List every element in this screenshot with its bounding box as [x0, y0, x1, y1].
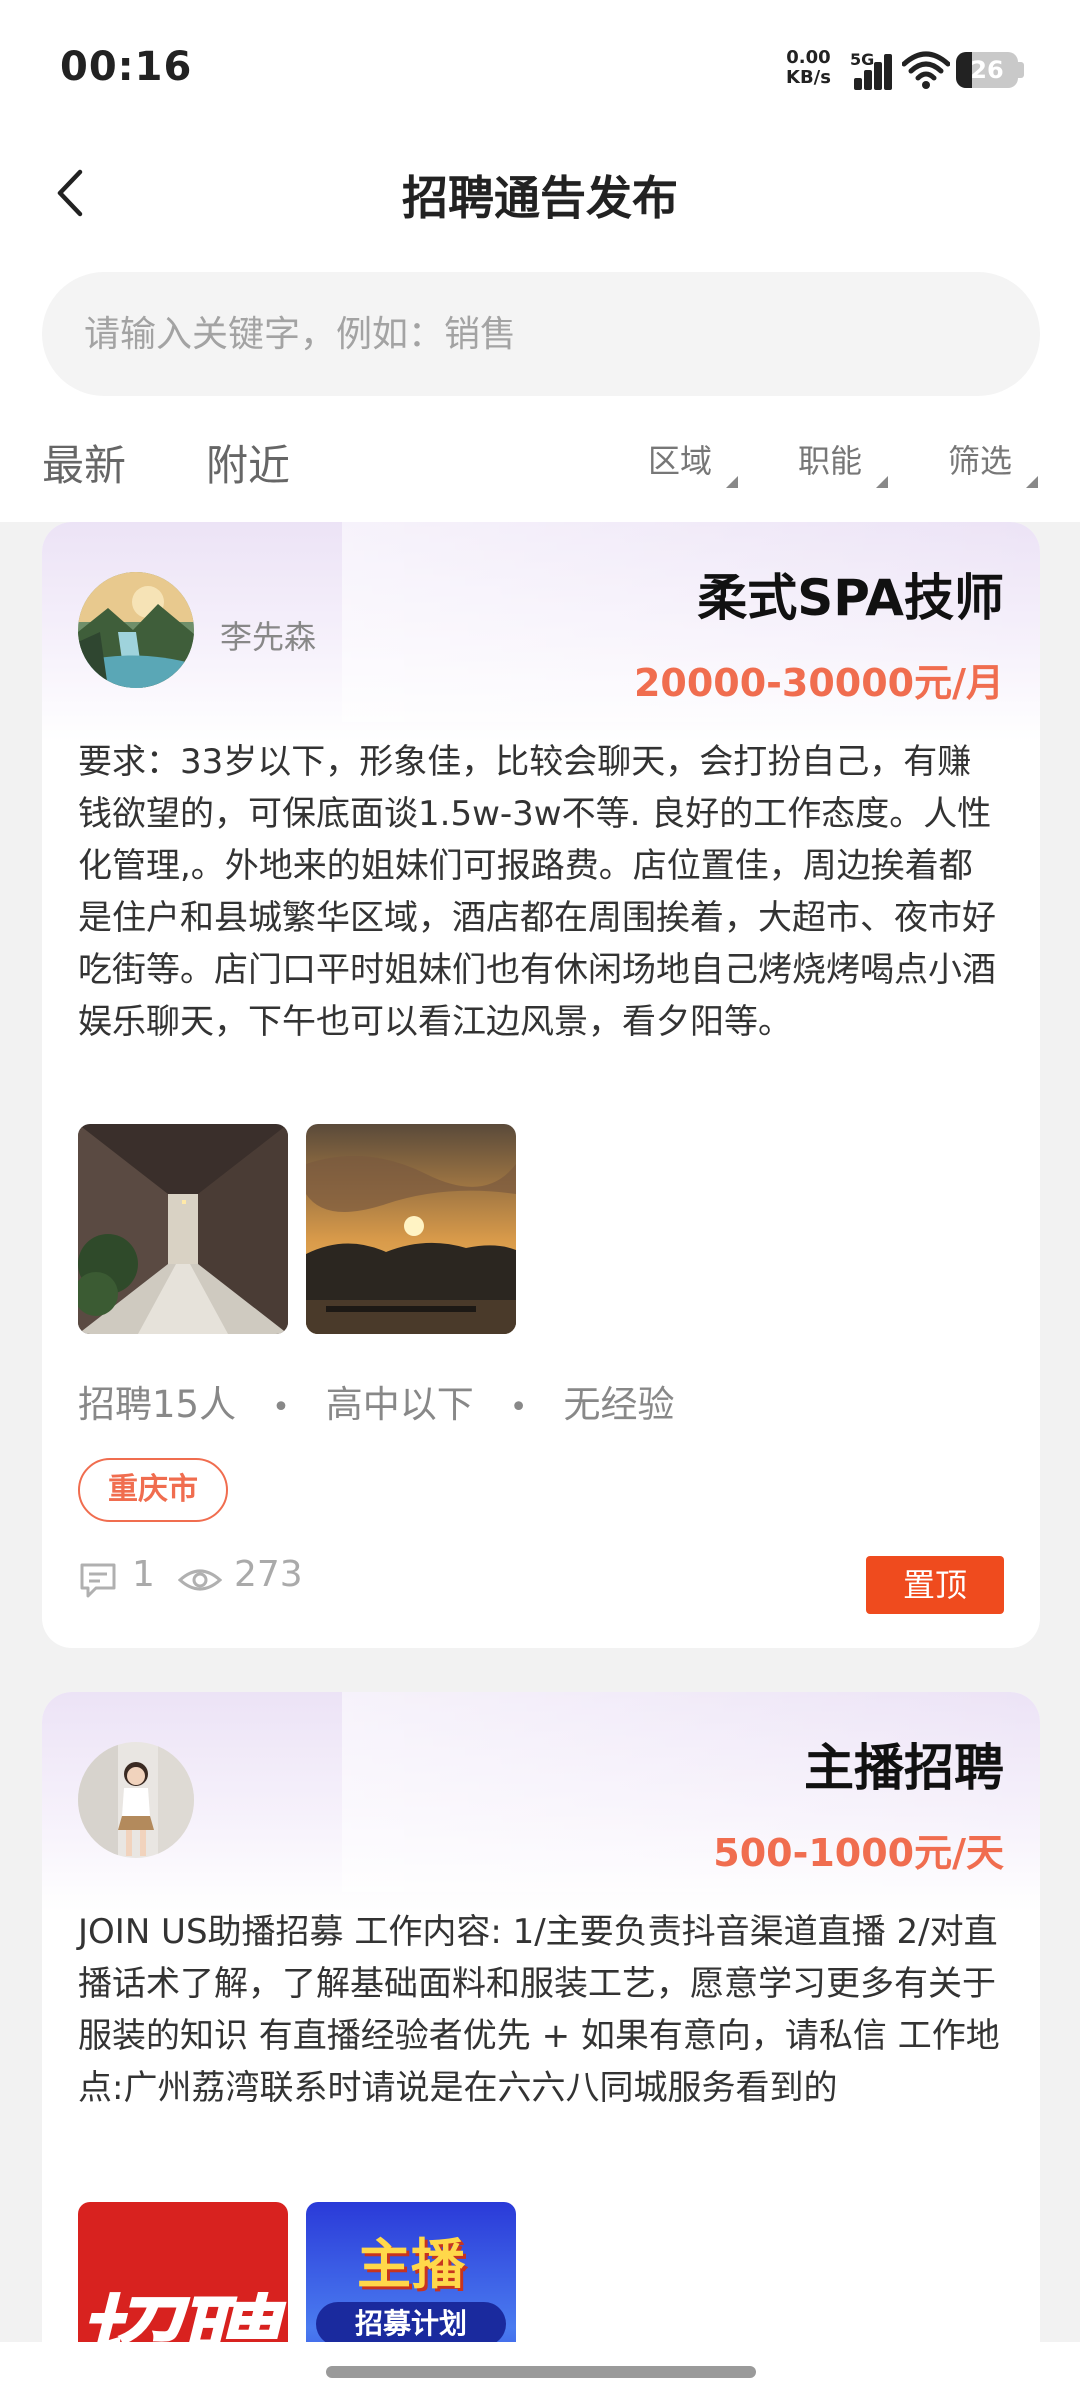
poster-name: 李先森 — [220, 618, 317, 656]
separator-dot: • — [272, 1390, 290, 1425]
tab-nearby[interactable]: 附近 — [206, 432, 290, 493]
job-requirements: 招聘15人 • 高中以下 • 无经验 — [78, 1374, 675, 1428]
status-bar: 00:16 0.00 KB/s 5G 26 — [0, 0, 1080, 140]
battery-icon: 26 — [956, 52, 1018, 88]
job-description: JOIN US助播招募 工作内容: 1/主要负责抖音渠道直播 2/对直播话术了解… — [78, 1912, 1000, 2108]
network-speed-unit: KB/s — [786, 67, 831, 88]
filter-region[interactable]: 区域 — [648, 436, 738, 488]
salary: 500-1000元/天 — [713, 1831, 1004, 1875]
avatar[interactable] — [78, 1742, 194, 1858]
streamer-image-title: 主播 — [357, 2233, 465, 2296]
recruit-image-text: 招聘 — [78, 2260, 274, 2342]
tab-bar: 最新 附近 区域 职能 筛选 — [0, 420, 1080, 510]
home-indicator[interactable] — [326, 2366, 756, 2378]
job-feed[interactable]: 李先森 柔式SPA技师 20000-30000元/月 要求：33岁以下，形象佳，… — [0, 522, 1080, 2342]
battery-level: 26 — [970, 56, 1004, 84]
job-description: 要求：33岁以下，形象佳，比较会聊天，会打扮自己，有赚钱欲望的，可保底面谈1.5… — [78, 742, 996, 1042]
salary: 20000-30000元/月 — [633, 661, 1004, 705]
dropdown-triangle-icon — [1026, 476, 1038, 488]
filter-function[interactable]: 职能 — [798, 436, 888, 488]
status-time: 00:16 — [60, 44, 193, 90]
network-speed-value: 0.00 — [786, 47, 831, 68]
filter-region-label: 区域 — [648, 442, 713, 480]
education: 高中以下 — [325, 1383, 474, 1426]
job-title[interactable]: 主播招聘 — [804, 1728, 1004, 1800]
pin-to-top-button[interactable]: 置顶 — [866, 1556, 1004, 1614]
avatar[interactable] — [78, 572, 194, 688]
post-stats: 1 273 — [78, 1554, 378, 1609]
battery-tip — [1018, 62, 1024, 78]
network-speed: 0.00 KB/s — [786, 48, 831, 88]
city-tag[interactable]: 重庆市 — [78, 1458, 228, 1522]
experience: 无经验 — [563, 1383, 675, 1426]
filter-more[interactable]: 筛选 — [948, 436, 1038, 488]
separator-dot: • — [509, 1390, 528, 1425]
eye-icon — [177, 1560, 223, 1609]
dropdown-triangle-icon — [876, 476, 888, 488]
job-card[interactable]: 主播招聘 500-1000元/天 JOIN US助播招募 工作内容: 1/主要负… — [42, 1692, 1040, 2342]
page-title: 招聘通告发布 — [402, 171, 678, 225]
header: 招聘通告发布 — [0, 140, 1080, 250]
job-photo-sunset[interactable] — [306, 1124, 516, 1334]
search-bar[interactable] — [42, 272, 1040, 396]
job-card[interactable]: 李先森 柔式SPA技师 20000-30000元/月 要求：33岁以下，形象佳，… — [42, 522, 1040, 1648]
search-input[interactable] — [84, 272, 984, 396]
streamer-image-subtitle: 招募计划 — [316, 2302, 506, 2342]
view-count: 273 — [234, 1554, 303, 1595]
dropdown-triangle-icon — [726, 476, 738, 488]
headcount: 招聘15人 — [78, 1383, 237, 1426]
cellular-signal-icon — [852, 52, 892, 90]
filter-function-label: 职能 — [798, 442, 863, 480]
filter-more-label: 筛选 — [948, 442, 1013, 480]
top-area: 00:16 0.00 KB/s 5G 26 招聘通告发布 请输入关键字，例如：销… — [0, 0, 1080, 522]
tab-latest[interactable]: 最新 — [42, 432, 126, 493]
comment-icon[interactable] — [78, 1560, 118, 1609]
comment-count: 1 — [132, 1554, 155, 1595]
wifi-icon — [901, 50, 951, 90]
job-photo-streamer[interactable]: 主播 招募计划 — [306, 2202, 516, 2342]
job-photo-hallway[interactable] — [78, 1124, 288, 1334]
job-photo-recruit[interactable]: 招聘 — [78, 2202, 288, 2342]
job-title[interactable]: 柔式SPA技师 — [697, 558, 1004, 630]
